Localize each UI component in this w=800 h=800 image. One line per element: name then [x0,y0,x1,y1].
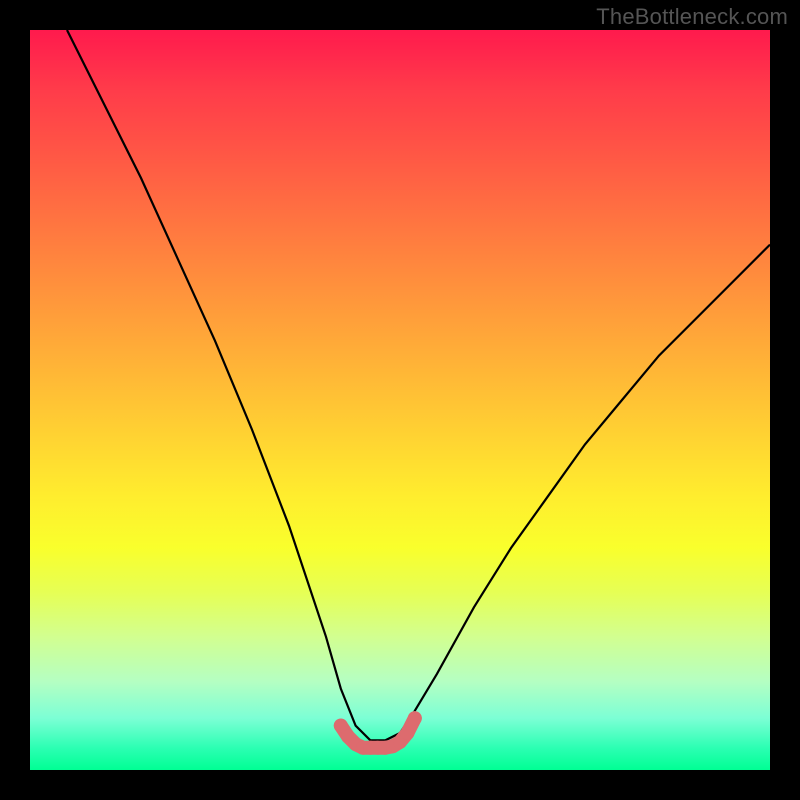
optimal-marker-dot [408,711,422,725]
plot-area [30,30,770,770]
optimal-marker-dot [400,726,414,740]
chart-frame: TheBottleneck.com [0,0,800,800]
optimal-band-markers [334,711,422,755]
curve-layer [30,30,770,770]
attribution-label: TheBottleneck.com [596,4,788,30]
bottleneck-curve [67,30,770,740]
